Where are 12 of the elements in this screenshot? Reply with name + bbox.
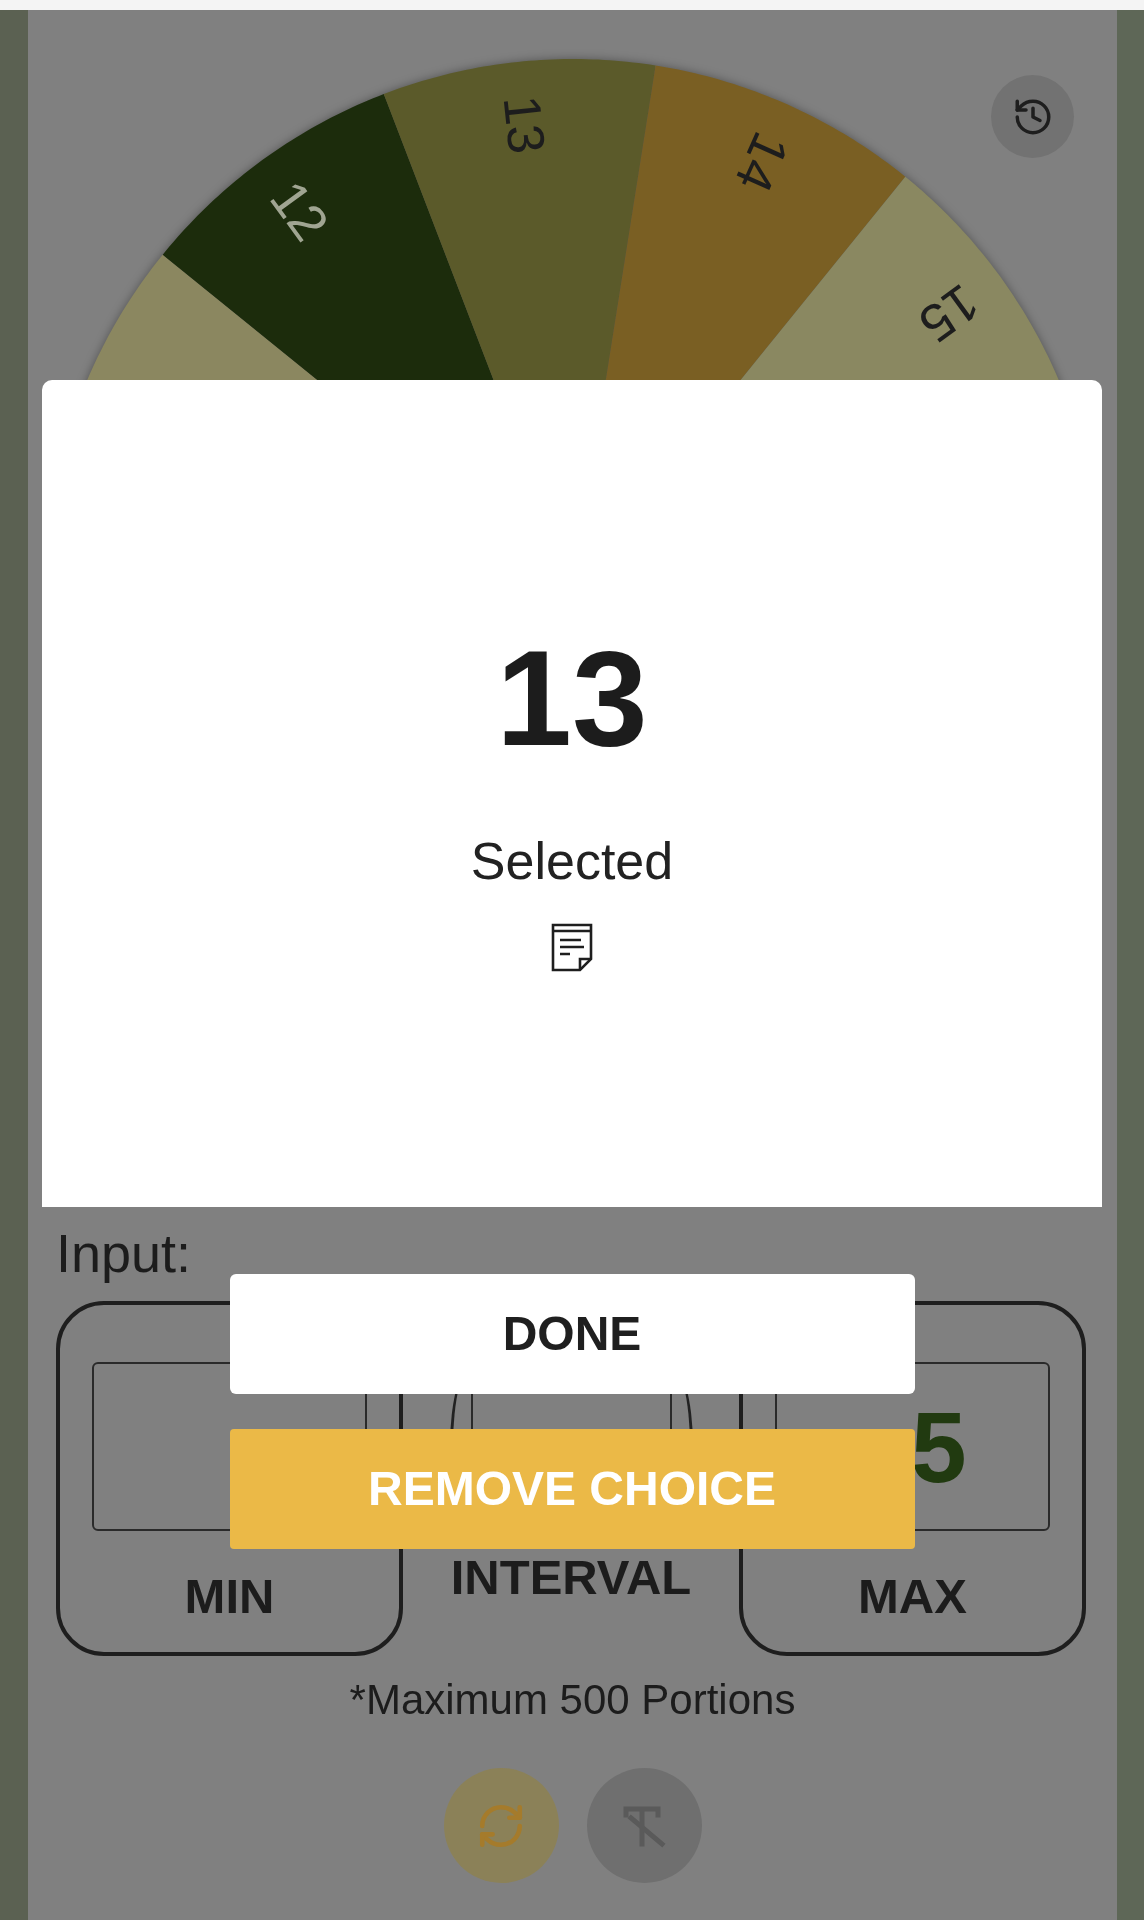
input-title: Input: [56, 1223, 192, 1283]
field-label: INTERVAL [450, 1550, 692, 1604]
maximum-note: *Maximum 500 Portions [349, 1676, 796, 1724]
field-label: MAX [858, 1569, 967, 1623]
segment-label: 13 [492, 92, 557, 157]
segment-label: 12 [259, 170, 341, 252]
segment-label: 15 [908, 273, 990, 355]
segment-label: 14 [723, 124, 801, 201]
result-status: Selected [470, 831, 674, 891]
result-number: 13 [496, 630, 648, 766]
field-label: MIN [184, 1569, 275, 1623]
note-icon [551, 923, 593, 972]
